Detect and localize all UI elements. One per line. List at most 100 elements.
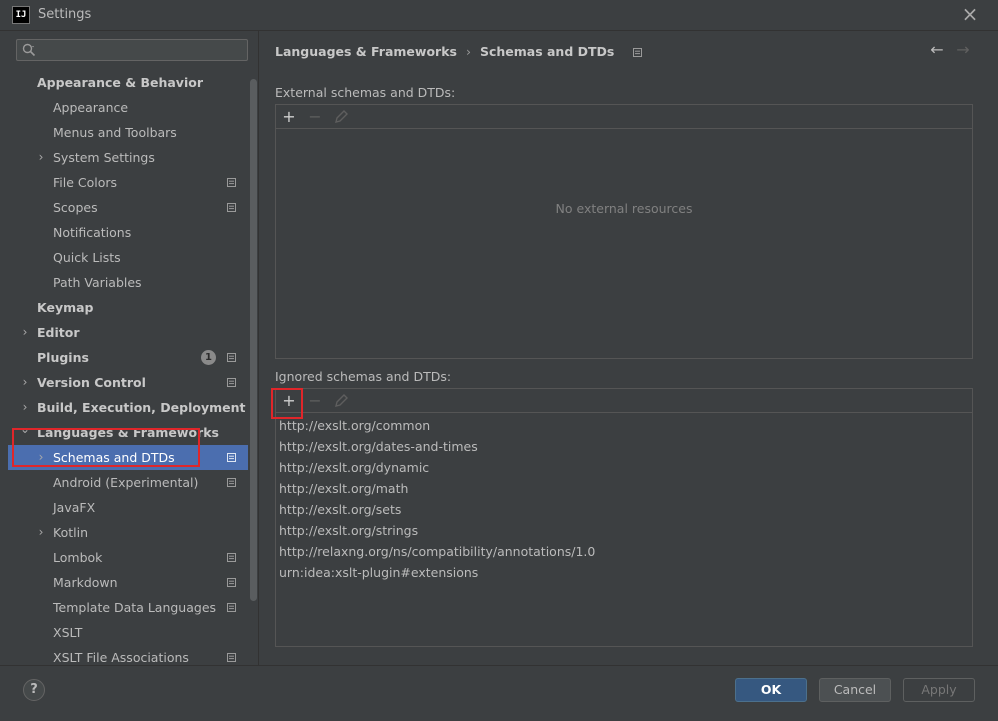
tree-item[interactable]: Lombok (8, 545, 248, 570)
edit-icon (335, 394, 348, 407)
tree-item[interactable]: Appearance (8, 95, 248, 120)
pane-divider[interactable] (258, 31, 259, 665)
breadcrumb-parent[interactable]: Languages & Frameworks (275, 44, 457, 59)
breadcrumb-current: Schemas and DTDs (479, 44, 615, 59)
tree-item[interactable]: › Kotlin (8, 520, 248, 545)
tree-item-label: Version Control (37, 375, 146, 390)
forward-arrow-icon: → (956, 40, 970, 59)
config-icon (227, 453, 236, 462)
settings-sidebar: Appearance & Behavior Appearance Menus and… (8, 31, 258, 665)
apply-button: Apply (903, 678, 975, 702)
tree-item[interactable]: File Colors (8, 170, 248, 195)
uri-list-item[interactable]: http://exslt.org/dates-and-times (279, 436, 595, 457)
chevron-right-icon[interactable]: › (20, 320, 30, 345)
chevron-down-icon[interactable]: ⌄ (20, 420, 30, 445)
tree-item[interactable]: XSLT (8, 620, 248, 645)
uri-list-item[interactable]: http://relaxng.org/ns/compatibility/anno… (279, 541, 595, 562)
tree-item-label: Template Data Languages (53, 600, 217, 615)
tree-item[interactable]: Scopes (8, 195, 248, 220)
tree-item[interactable]: Markdown (8, 570, 248, 595)
tree-item[interactable]: › System Settings (8, 145, 248, 170)
title-bar: IJ Settings × (0, 0, 998, 31)
tree-item-label: File Colors (53, 175, 118, 190)
tree-item[interactable]: Menus and Toolbars (8, 120, 248, 145)
external-toolbar: + − (276, 105, 972, 129)
tree-item-label: Markdown (53, 575, 118, 590)
config-icon (227, 653, 236, 662)
tree-item-label: Quick Lists (53, 250, 121, 265)
update-count-badge: 1 (201, 350, 216, 365)
tree-item[interactable]: ⌄ Languages & Frameworks (8, 420, 248, 445)
chevron-right-icon[interactable]: › (36, 520, 46, 545)
tree-item-label: Path Variables (53, 275, 142, 290)
tree-item-label: Schemas and DTDs (53, 450, 175, 465)
tree-item-label: Scopes (53, 200, 98, 215)
remove-icon: − (308, 107, 322, 126)
tree-item[interactable]: Notifications (8, 220, 248, 245)
tree-item-label: Appearance (53, 100, 129, 115)
uri-list-item[interactable]: http://exslt.org/math (279, 478, 595, 499)
tree-item-label: Notifications (53, 225, 132, 240)
remove-icon: − (308, 391, 322, 410)
tree-item[interactable]: Appearance & Behavior (8, 70, 248, 95)
external-schemas-panel: + − No external resources (275, 104, 973, 359)
breadcrumb-separator: › (465, 44, 471, 59)
config-icon (227, 603, 236, 612)
tree-item[interactable]: › Schemas and DTDs (8, 445, 248, 470)
config-icon (227, 578, 236, 587)
tree-item[interactable]: Keymap (8, 295, 248, 320)
chevron-right-icon[interactable]: › (20, 370, 30, 395)
tree-item[interactable]: › Build, Execution, Deployment (8, 395, 248, 420)
uri-list-item[interactable]: http://exslt.org/strings (279, 520, 595, 541)
tree-item-label: System Settings (53, 150, 155, 165)
tree-item-label: Appearance & Behavior (37, 75, 203, 90)
config-icon (227, 353, 236, 362)
ok-button[interactable]: OK (735, 678, 807, 702)
external-schemas-label: External schemas and DTDs: (275, 85, 456, 100)
config-icon (632, 48, 642, 57)
add-icon[interactable]: + (279, 107, 299, 127)
tree-item[interactable]: › Editor (8, 320, 248, 345)
sidebar-scrollbar[interactable] (250, 79, 257, 601)
tree-item[interactable]: Template Data Languages (8, 595, 248, 620)
config-icon (227, 178, 236, 187)
window-title: Settings (38, 7, 92, 22)
tree-item-label: Kotlin (53, 525, 88, 540)
back-arrow-icon[interactable]: ← (928, 41, 946, 59)
settings-search[interactable] (16, 39, 248, 61)
ignored-uri-list: http://exslt.org/common http://exslt.org/… (279, 415, 595, 583)
tree-item-label: Plugins (37, 350, 89, 365)
tree-item-label: Lombok (53, 550, 103, 565)
tree-item[interactable]: Quick Lists (8, 245, 248, 270)
config-icon (227, 553, 236, 562)
help-icon[interactable]: ? (23, 679, 45, 701)
uri-list-item[interactable]: http://exslt.org/common (279, 415, 595, 436)
uri-list-item[interactable]: urn:idea:xslt-plugin#extensions (279, 562, 595, 583)
chevron-right-icon[interactable]: › (20, 395, 30, 420)
tree-item-label: Android (Experimental) (53, 475, 199, 490)
tree-item-label: Editor (37, 325, 80, 340)
add-icon[interactable]: + (279, 391, 299, 411)
ignored-schemas-label: Ignored schemas and DTDs: (275, 369, 452, 384)
search-input[interactable] (41, 41, 245, 61)
tree-item-label: Keymap (37, 300, 94, 315)
breadcrumb: Languages & Frameworks › Schemas and DTDs (275, 43, 642, 61)
uri-list-item[interactable]: http://exslt.org/dynamic (279, 457, 595, 478)
ignored-schemas-panel: + − http://exslt.org/common http://exslt.… (275, 388, 973, 647)
edit-icon (335, 110, 348, 123)
chevron-right-icon[interactable]: › (36, 445, 46, 470)
config-icon (227, 203, 236, 212)
chevron-right-icon[interactable]: › (36, 145, 46, 170)
dialog-button-bar: ? OK Cancel Apply (0, 665, 998, 721)
tree-item[interactable]: Path Variables (8, 270, 248, 295)
tree-item[interactable]: Plugins 1 (8, 345, 248, 370)
tree-item[interactable]: › Version Control (8, 370, 248, 395)
tree-item[interactable]: Android (Experimental) (8, 470, 248, 495)
cancel-button[interactable]: Cancel (819, 678, 891, 702)
uri-list-item[interactable]: http://exslt.org/sets (279, 499, 595, 520)
intellij-logo-icon: IJ (12, 6, 30, 24)
tree-item[interactable]: JavaFX (8, 495, 248, 520)
tree-item-label: JavaFX (53, 500, 96, 515)
tree-item-label: XSLT (53, 625, 83, 640)
close-icon[interactable]: × (960, 4, 980, 25)
